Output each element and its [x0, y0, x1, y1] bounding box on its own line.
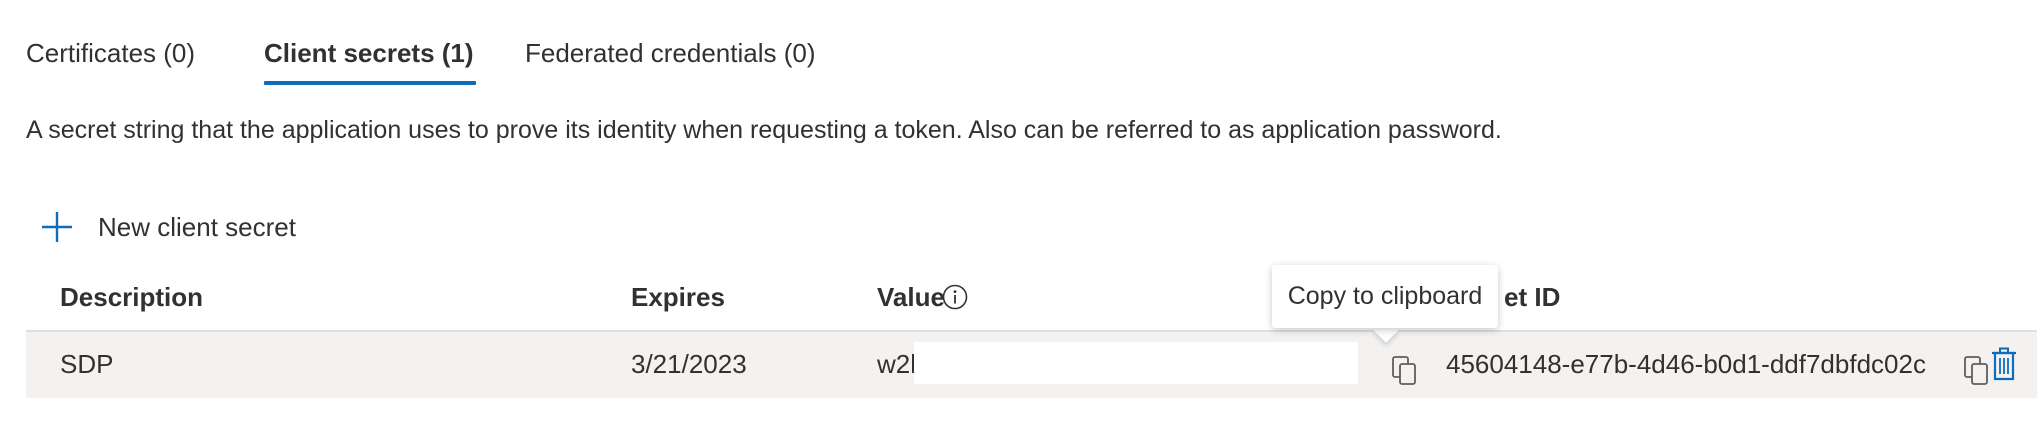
column-header-description: Description — [60, 282, 204, 312]
delete-icon[interactable] — [1990, 347, 2018, 381]
copy-tooltip: Copy to clipboard — [1272, 265, 1498, 328]
column-header-expires: Expires — [631, 282, 725, 312]
column-header-secret-id: et ID — [1504, 282, 1561, 312]
tab-client-secrets[interactable]: Client secrets (1) — [264, 36, 474, 70]
tab-federated-credentials[interactable]: Federated credentials (0) — [525, 36, 815, 70]
new-client-secret-button[interactable]: New client secret — [40, 205, 296, 249]
copy-value-icon[interactable] — [1390, 355, 1420, 387]
copy-secret-id-icon[interactable] — [1962, 355, 1992, 387]
redacted-value-area — [914, 342, 1358, 384]
active-tab-indicator — [264, 81, 476, 85]
tooltip-text: Copy to clipboard — [1287, 282, 1483, 310]
info-icon[interactable] — [941, 283, 969, 311]
section-description: A secret string that the application use… — [26, 116, 1502, 144]
row-secret-id: 45604148-e77b-4d46-b0d1-ddf7dbfdc02c — [1446, 349, 1926, 379]
row-description: SDP — [60, 349, 114, 379]
tab-certificates[interactable]: Certificates (0) — [26, 36, 195, 70]
new-client-secret-label: New client secret — [98, 211, 296, 242]
column-header-value: Value — [877, 282, 945, 312]
plus-icon — [42, 212, 72, 242]
row-expires: 3/21/2023 — [631, 349, 747, 379]
